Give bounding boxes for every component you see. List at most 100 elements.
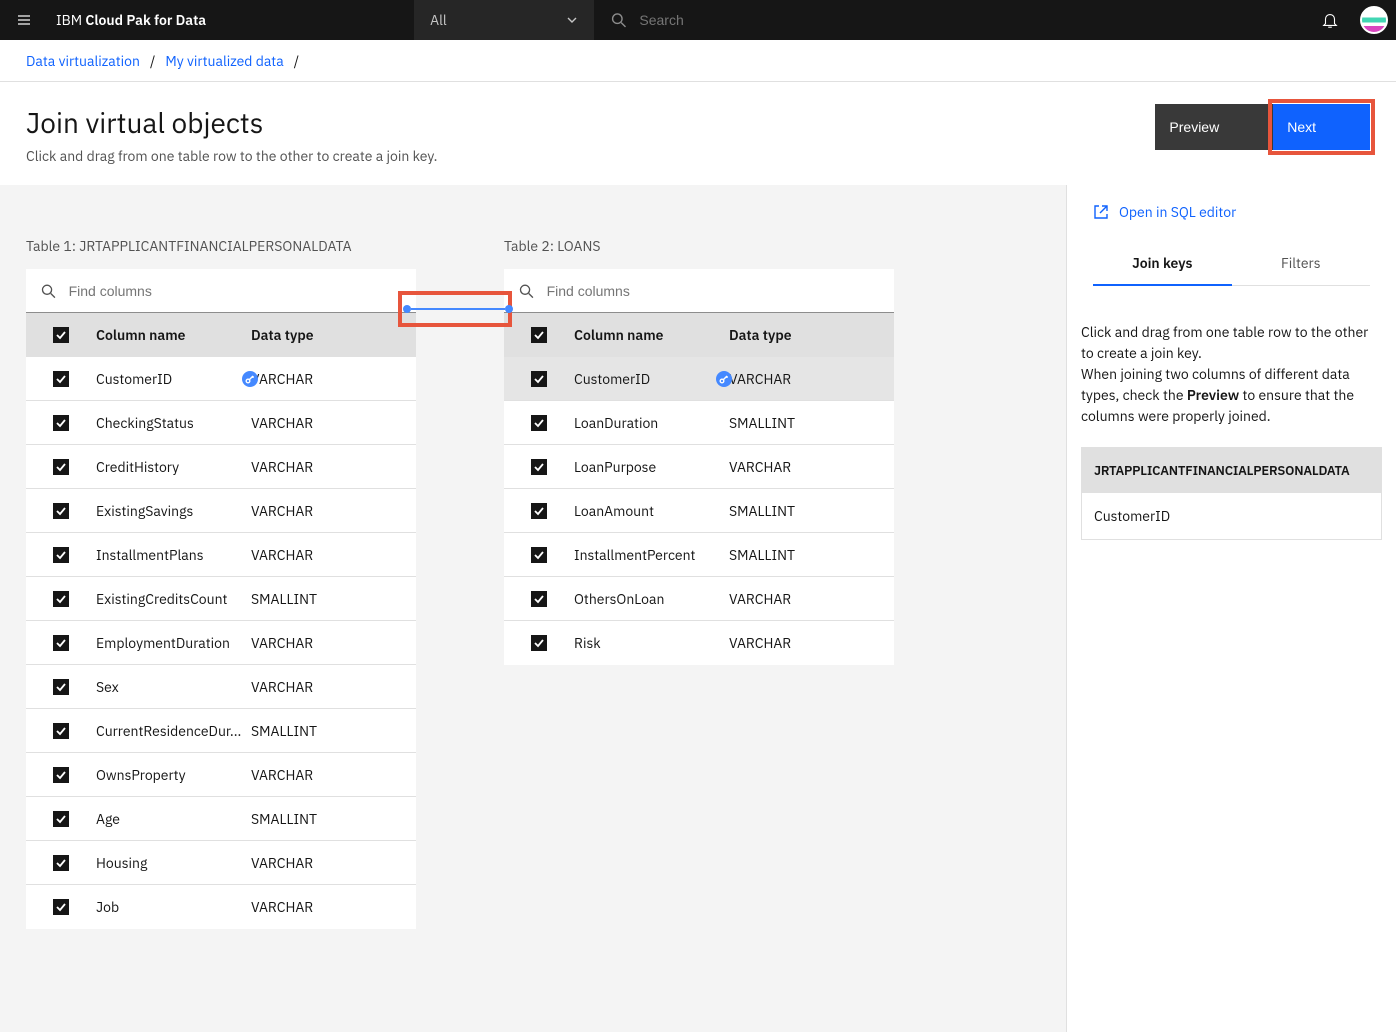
dropdown-label: All xyxy=(430,11,447,29)
row-checkbox[interactable] xyxy=(53,591,69,607)
column-name: Risk xyxy=(574,634,729,652)
notifications-icon[interactable] xyxy=(1308,0,1352,40)
main: Table 1: JRTAPPLICANTFINANCIALPERSONALDA… xyxy=(0,185,1396,1032)
row-checkbox[interactable] xyxy=(531,591,547,607)
table-row[interactable]: HousingVARCHAR xyxy=(26,841,416,885)
table-row[interactable]: OwnsPropertyVARCHAR xyxy=(26,753,416,797)
header-right xyxy=(1308,0,1396,40)
table-row[interactable]: InstallmentPlansVARCHAR xyxy=(26,533,416,577)
open-sql-link[interactable]: Open in SQL editor xyxy=(1093,203,1236,221)
col-header-type: Data type xyxy=(729,326,894,344)
row-checkbox[interactable] xyxy=(531,635,547,651)
column-type: SMALLINT xyxy=(729,502,894,520)
breadcrumb: Data virtualization / My virtualized dat… xyxy=(0,40,1396,82)
table-row[interactable]: CreditHistoryVARCHAR xyxy=(26,445,416,489)
row-checkbox[interactable] xyxy=(53,415,69,431)
column-name: Housing xyxy=(96,854,251,872)
menu-icon[interactable] xyxy=(0,12,48,28)
column-name: LoanPurpose xyxy=(574,458,729,476)
row-checkbox[interactable] xyxy=(53,723,69,739)
brand-prefix: IBM xyxy=(56,11,85,29)
row-checkbox[interactable] xyxy=(53,899,69,915)
column-name: CustomerID xyxy=(96,370,251,388)
table1-block: Table 1: JRTAPPLICANTFINANCIALPERSONALDA… xyxy=(26,237,416,1006)
table-row[interactable]: CustomerIDVARCHAR xyxy=(26,357,416,401)
row-checkbox[interactable] xyxy=(531,415,547,431)
column-type: SMALLINT xyxy=(251,722,416,740)
row-checkbox[interactable] xyxy=(53,371,69,387)
table-row[interactable]: CheckingStatusVARCHAR xyxy=(26,401,416,445)
table-row[interactable]: LoanDurationSMALLINT xyxy=(504,401,894,445)
row-checkbox[interactable] xyxy=(531,459,547,475)
search-input[interactable] xyxy=(639,12,1292,28)
column-name: OwnsProperty xyxy=(96,766,251,784)
column-type: VARCHAR xyxy=(251,414,416,432)
breadcrumb-sep: / xyxy=(150,52,155,70)
row-checkbox[interactable] xyxy=(53,547,69,563)
row-checkbox[interactable] xyxy=(531,503,547,519)
join-key-icon xyxy=(242,371,258,387)
col-header-name: Column name xyxy=(96,326,251,344)
column-type: SMALLINT xyxy=(251,810,416,828)
category-dropdown[interactable]: All xyxy=(414,0,594,40)
row-checkbox[interactable] xyxy=(53,459,69,475)
row-checkbox[interactable] xyxy=(53,679,69,695)
table2-select-all[interactable] xyxy=(531,327,547,343)
column-type: VARCHAR xyxy=(251,678,416,696)
table2-find xyxy=(504,269,894,313)
column-type: VARCHAR xyxy=(729,634,894,652)
avatar[interactable] xyxy=(1360,6,1388,34)
launch-icon xyxy=(1093,204,1109,220)
tab-join-keys[interactable]: Join keys xyxy=(1093,242,1232,286)
column-type: VARCHAR xyxy=(729,458,894,476)
row-checkbox[interactable] xyxy=(531,371,547,387)
table-row[interactable]: LoanAmountSMALLINT xyxy=(504,489,894,533)
column-type: VARCHAR xyxy=(251,370,416,388)
column-name: Job xyxy=(96,898,251,916)
column-name: CustomerID xyxy=(574,370,729,388)
row-checkbox[interactable] xyxy=(53,503,69,519)
table-row[interactable]: OthersOnLoanVARCHAR xyxy=(504,577,894,621)
table1-find-input[interactable] xyxy=(69,283,402,299)
row-checkbox[interactable] xyxy=(53,855,69,871)
table-row[interactable]: ExistingSavingsVARCHAR xyxy=(26,489,416,533)
join-key-box: JRTAPPLICANTFINANCIALPERSONALDATA Custom… xyxy=(1081,447,1382,540)
app-header: IBM Cloud Pak for Data All xyxy=(0,0,1396,40)
column-type: VARCHAR xyxy=(251,854,416,872)
table-row[interactable]: SexVARCHAR xyxy=(26,665,416,709)
table1-select-all[interactable] xyxy=(53,327,69,343)
table-row[interactable]: CustomerIDVARCHAR xyxy=(504,357,894,401)
tables-area: Table 1: JRTAPPLICANTFINANCIALPERSONALDA… xyxy=(0,185,1066,1032)
brand-name: Cloud Pak for Data xyxy=(85,11,206,29)
table-row[interactable]: InstallmentPercentSMALLINT xyxy=(504,533,894,577)
search-wrap xyxy=(594,0,1308,40)
table-row[interactable]: AgeSMALLINT xyxy=(26,797,416,841)
row-checkbox[interactable] xyxy=(53,811,69,827)
tab-filters[interactable]: Filters xyxy=(1232,242,1371,286)
breadcrumb-link-1[interactable]: My virtualized data xyxy=(165,52,283,70)
preview-button[interactable]: Preview xyxy=(1155,104,1273,150)
row-checkbox[interactable] xyxy=(53,635,69,651)
table2-label: Table 2: LOANS xyxy=(504,237,894,255)
breadcrumb-sep: / xyxy=(294,52,299,70)
row-checkbox[interactable] xyxy=(53,767,69,783)
table-row[interactable]: ExistingCreditsCountSMALLINT xyxy=(26,577,416,621)
row-checkbox[interactable] xyxy=(531,547,547,563)
table-row[interactable]: CurrentResidenceDur...SMALLINT xyxy=(26,709,416,753)
connector-highlight xyxy=(398,291,512,327)
column-name: LoanAmount xyxy=(574,502,729,520)
brand: IBM Cloud Pak for Data xyxy=(48,11,214,29)
table2-find-input[interactable] xyxy=(547,283,880,299)
column-type: VARCHAR xyxy=(251,898,416,916)
table-row[interactable]: LoanPurposeVARCHAR xyxy=(504,445,894,489)
column-name: InstallmentPlans xyxy=(96,546,251,564)
table1-find xyxy=(26,269,416,313)
table2-header: Column name Data type xyxy=(504,313,894,357)
table-row[interactable]: RiskVARCHAR xyxy=(504,621,894,665)
column-type: VARCHAR xyxy=(251,502,416,520)
chevron-down-icon xyxy=(566,14,578,26)
table-row[interactable]: EmploymentDurationVARCHAR xyxy=(26,621,416,665)
breadcrumb-link-0[interactable]: Data virtualization xyxy=(26,52,140,70)
table-row[interactable]: JobVARCHAR xyxy=(26,885,416,929)
next-button[interactable]: Next xyxy=(1273,104,1370,150)
